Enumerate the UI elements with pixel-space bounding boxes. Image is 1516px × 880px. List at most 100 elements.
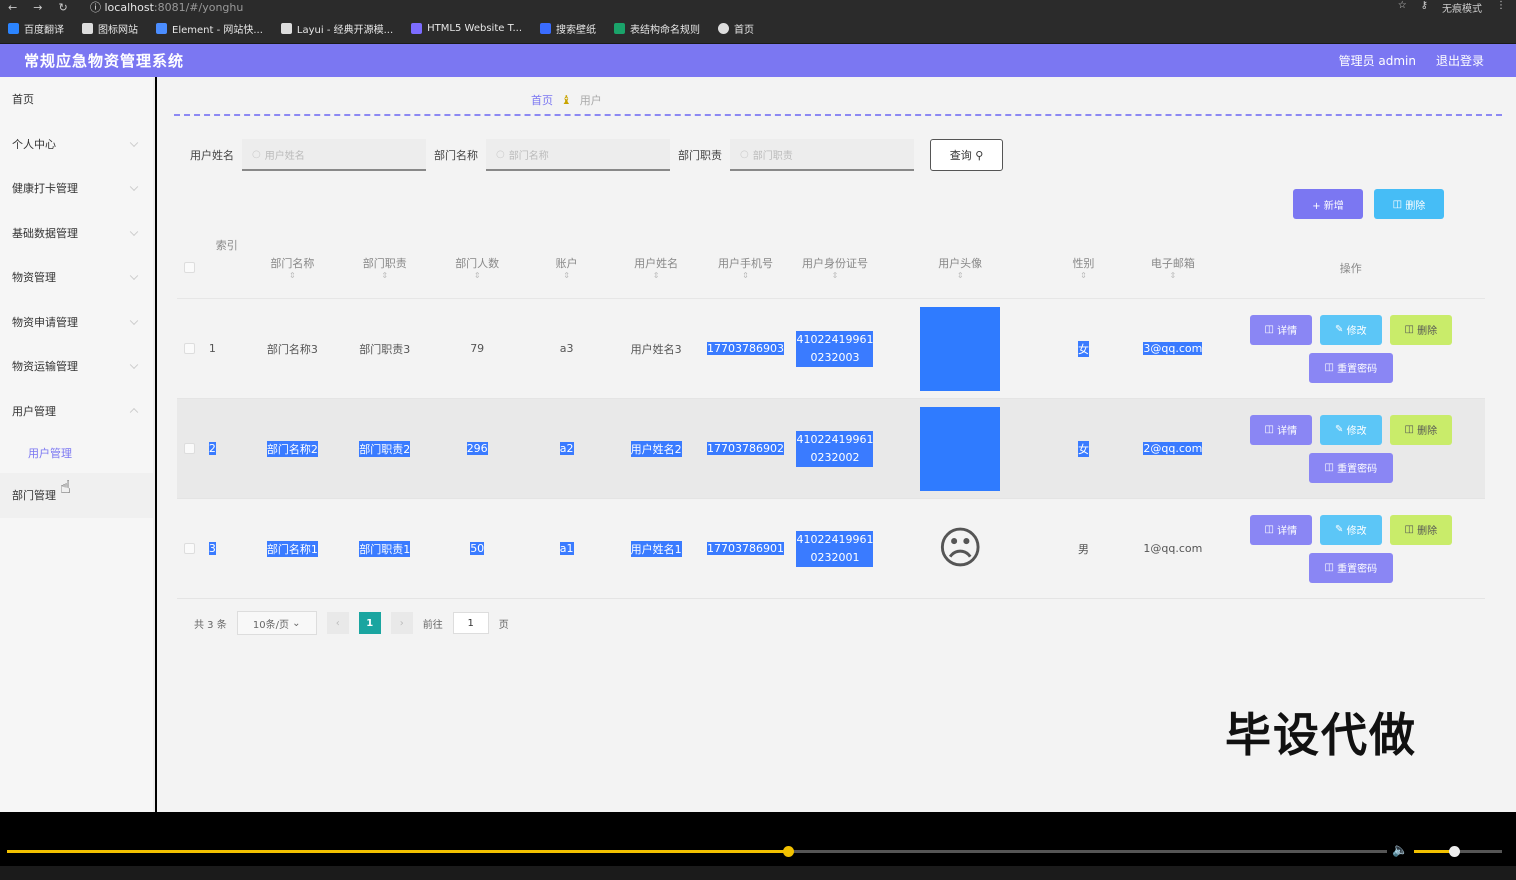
sidebar-item-profile[interactable]: 个人中心 — [0, 122, 153, 167]
col-dept-duty[interactable]: 部门职责 ⇕ — [340, 237, 429, 298]
sidebar-item-transport[interactable]: 物资运输管理 — [0, 344, 153, 389]
detail-button[interactable]: ◫ 详情 — [1249, 414, 1312, 445]
avatar[interactable] — [920, 406, 1001, 491]
edit-button[interactable]: ✎ 修改 — [1319, 314, 1382, 345]
sidebar-subitem-users[interactable]: 用户管理 — [0, 433, 153, 473]
volume-slider[interactable] — [1414, 846, 1502, 857]
sort-icon: ⇕ — [652, 271, 660, 280]
delete-button[interactable]: ◫ 删除 — [1389, 514, 1452, 545]
key-icon[interactable]: ⚷ — [1421, 0, 1428, 15]
bookmark-item[interactable]: 图标网站 — [82, 21, 138, 36]
query-button[interactable]: 查询 ⚲ — [930, 139, 1003, 171]
cell-ops: ◫ 详情 ✎ 修改 ◫ 删除 ◫ 重置密码 — [1217, 499, 1485, 598]
bookmark-item[interactable]: Element - 网站快... — [156, 21, 263, 36]
edit-button[interactable]: ✎ 修改 — [1319, 414, 1382, 445]
browser-nav: ← → ↻ — [0, 1, 90, 14]
row-checkbox[interactable] — [177, 299, 203, 398]
col-user-name[interactable]: 用户姓名 ⇕ — [608, 237, 703, 298]
reset-password-button[interactable]: ◫ 重置密码 — [1308, 352, 1393, 383]
sidebar-item-departments[interactable]: 部门管理 ☝ — [0, 473, 153, 518]
trash-icon: ◫ — [1404, 324, 1418, 335]
star-icon[interactable]: ☆ — [1398, 0, 1407, 15]
bookmark-item[interactable]: Layui - 经典开源模... — [280, 21, 393, 36]
next-page-button[interactable]: › — [390, 612, 413, 634]
bookmark-item[interactable]: HTML5 Website T... — [411, 23, 522, 34]
page-number[interactable]: 1 — [358, 612, 381, 634]
cell-avatar — [883, 399, 1038, 498]
menu-icon[interactable]: ⋮ — [1496, 0, 1506, 15]
col-dept-name[interactable]: 部门名称 ⇕ — [245, 237, 340, 298]
bookmark-item[interactable]: 百度翻译 — [8, 21, 64, 36]
select-all-checkbox[interactable] — [177, 237, 203, 298]
sidebar-item-users[interactable]: 用户管理 — [0, 389, 153, 434]
cell-user-name: 用户姓名2 — [630, 440, 682, 457]
cell-user-name: 用户姓名1 — [630, 540, 682, 557]
bookmark-item[interactable]: 首页 — [718, 21, 754, 36]
cell-user-name: 用户姓名3 — [630, 342, 682, 356]
back-icon[interactable]: ← — [8, 1, 17, 14]
row-checkbox[interactable] — [177, 399, 203, 498]
batch-delete-button[interactable]: ◫ 删除 — [1374, 189, 1444, 219]
search-form: 用户姓名 ○ 用户姓名 部门名称 ○ 部门名称 部门职责 ○ 部门职责 查询 ⚲ — [190, 139, 1003, 171]
breadcrumb-home[interactable]: 首页 — [531, 92, 553, 108]
goto-page-input[interactable]: 1 — [452, 612, 489, 634]
sidebar-item-materials[interactable]: 物资管理 — [0, 255, 153, 300]
video-progress-handle[interactable] — [783, 846, 795, 857]
chevron-down-icon: ⌄ — [292, 617, 301, 629]
col-sex[interactable]: 性别 ⇕ — [1038, 237, 1129, 298]
bookmark-item[interactable]: 表结构命名规则 — [614, 21, 700, 36]
username-input[interactable]: ○ 用户姓名 — [242, 139, 426, 171]
reload-icon[interactable]: ↻ — [58, 1, 67, 14]
volume-handle[interactable] — [1448, 846, 1460, 857]
page-unit-label: 页 — [498, 619, 509, 631]
volume-icon[interactable]: 🔈 — [1392, 843, 1408, 858]
video-progress-bar[interactable] — [7, 846, 1387, 857]
col-avatar[interactable]: 用户头像 ⇕ — [883, 237, 1038, 298]
delete-button[interactable]: ◫ 删除 — [1389, 414, 1452, 445]
cell-ops: ◫ 详情 ✎ 修改 ◫ 删除 ◫ 重置密码 — [1217, 299, 1485, 398]
forward-icon[interactable]: → — [33, 1, 42, 14]
logout-link[interactable]: 退出登录 — [1436, 52, 1484, 69]
sidebar-item-requests[interactable]: 物资申请管理 — [0, 300, 153, 345]
prev-page-button[interactable]: ‹ — [326, 612, 349, 634]
bookmark-favicon-icon — [8, 23, 19, 34]
header-right: 管理员 admin 退出登录 — [1339, 52, 1484, 69]
bookmarks-bar: 百度翻译 图标网站 Element - 网站快... Layui - 经典开源模… — [0, 14, 1516, 44]
deptname-input[interactable]: ○ 部门名称 — [486, 139, 670, 171]
add-button[interactable]: + 新增 — [1293, 189, 1363, 219]
sort-icon: ⇕ — [1080, 271, 1087, 280]
edit-button[interactable]: ✎ 修改 — [1319, 514, 1382, 545]
avatar[interactable] — [920, 306, 1001, 391]
divider — [174, 114, 1502, 116]
col-phone[interactable]: 用户手机号 ⇕ — [704, 237, 787, 298]
detail-button[interactable]: ◫ 详情 — [1249, 314, 1312, 345]
hand-cursor-icon: ☝ — [60, 477, 71, 498]
deptduty-input[interactable]: ○ 部门职责 — [730, 139, 914, 171]
sidebar-item-home[interactable]: 首页 — [0, 77, 153, 122]
col-email[interactable]: 电子邮箱 ⇕ — [1129, 237, 1216, 298]
col-account[interactable]: 账户 ⇕ — [525, 237, 608, 298]
delete-button[interactable]: ◫ 删除 — [1389, 314, 1452, 345]
detail-button[interactable]: ◫ 详情 — [1249, 514, 1312, 545]
cell-dept-count: 296 — [466, 442, 488, 455]
incognito-label[interactable]: 无痕模式 — [1442, 0, 1482, 15]
col-dept-count[interactable]: 部门人数 ⇕ — [429, 237, 524, 298]
main-content: 首页 ♝ 用户 用户姓名 ○ 用户姓名 部门名称 ○ 部门名称 部门职责 ○ 部门职责… — [157, 77, 1516, 812]
reset-password-button[interactable]: ◫ 重置密码 — [1308, 452, 1393, 483]
bookmark-item[interactable]: 搜索壁纸 — [540, 21, 596, 36]
page-size-select[interactable]: 10条/页 ⌄ — [236, 611, 317, 635]
address-bar[interactable]: ⓘ localhost:8081/#/yonghu — [90, 0, 243, 15]
cell-avatar: ☹ — [883, 499, 1038, 598]
sidebar-item-health[interactable]: 健康打卡管理 — [0, 166, 153, 211]
sort-icon: ⇕ — [473, 271, 481, 280]
pencil-icon: ✎ — [1335, 324, 1347, 335]
reset-password-button[interactable]: ◫ 重置密码 — [1308, 552, 1393, 583]
col-id-no[interactable]: 用户身份证号 ⇕ — [787, 237, 882, 298]
cell-dept-duty: 部门职责1 — [359, 540, 411, 557]
sidebar-item-basedata[interactable]: 基础数据管理 — [0, 211, 153, 256]
avatar[interactable]: ☹ — [920, 507, 1000, 591]
doc-icon: ◫ — [1324, 362, 1338, 373]
row-checkbox[interactable] — [177, 499, 203, 598]
breadcrumb: 首页 ♝ 用户 — [531, 92, 602, 108]
pagination: 共 3 条 10条/页 ⌄ ‹ 1 › 前往 1 页 — [194, 611, 509, 635]
